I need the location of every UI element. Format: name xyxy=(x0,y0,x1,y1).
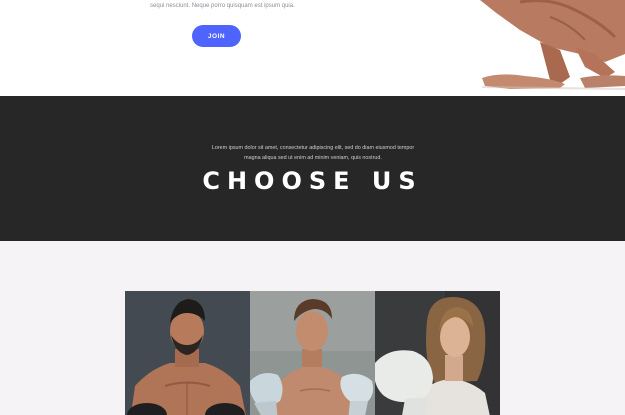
gallery-section xyxy=(0,241,625,415)
trainer-gallery xyxy=(125,291,500,415)
choose-us-section: Lorem ipsum dolor sit amet, consectetur … xyxy=(0,96,625,241)
hero-subtext: sequi nesciunt. Neque porro quisquam est… xyxy=(150,3,295,9)
bearded-boxer-photo xyxy=(125,291,250,415)
female-boxer-photo xyxy=(375,291,500,415)
choose-description: Lorem ipsum dolor sit amet, consectetur … xyxy=(200,144,426,163)
young-boxer-photo xyxy=(250,291,375,415)
choose-description-line2: magna aliqua sed ut enim ad minim veniam… xyxy=(244,154,382,161)
choose-description-line1: Lorem ipsum dolor sit amet, consectetur … xyxy=(211,145,415,151)
choose-title: CHOOSE US xyxy=(202,167,423,195)
hero-section: sequi nesciunt. Neque porro quisquam est… xyxy=(0,0,625,96)
join-button[interactable]: JOIN xyxy=(192,25,241,47)
pushup-athlete-image xyxy=(480,0,625,90)
